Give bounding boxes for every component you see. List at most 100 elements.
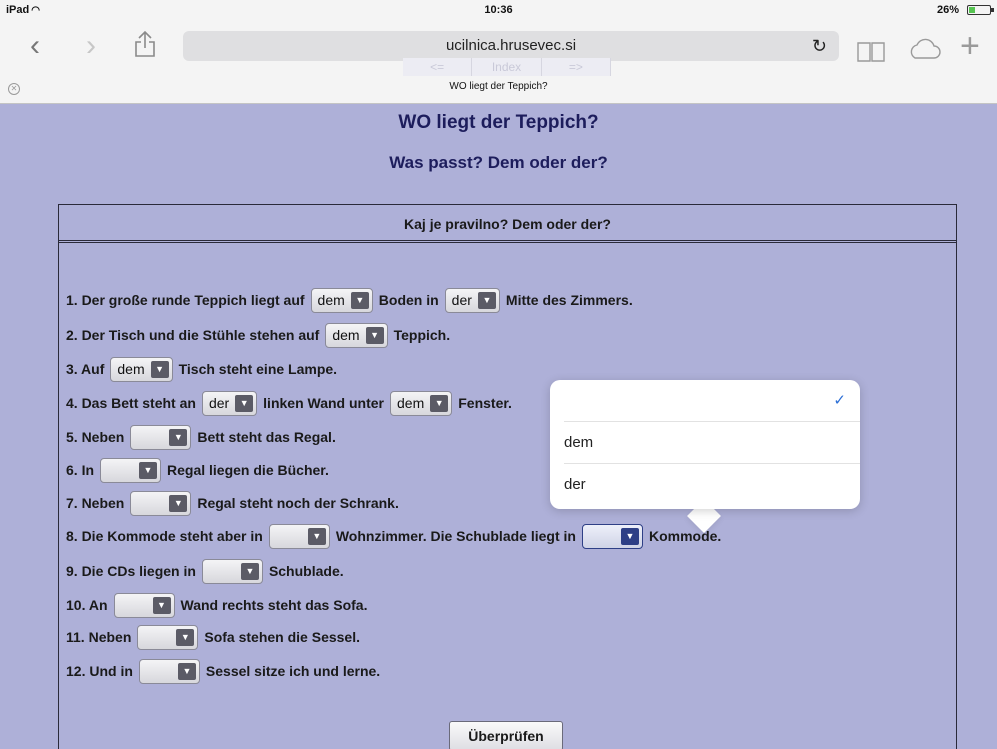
question-text: linken Wand unter [263,395,384,411]
question-10: 10. An ▼ Wand rechts steht das Sofa. [66,592,373,618]
select-value: dem [397,394,425,411]
question-text: 7. Neben [66,495,125,511]
question-text: Sessel sitze ich und lerne. [205,663,381,679]
dropdown-arrow-icon: ▼ [240,562,259,580]
question-text: 12. Und in [66,663,133,679]
dropdown-arrow-icon: ▼ [152,596,171,614]
question-text: 10. An [66,597,108,613]
answer-select[interactable]: dem ▼ [110,356,173,382]
dropdown-arrow-icon: ▼ [150,360,169,378]
answer-select-active[interactable]: ▼ [581,523,643,549]
bookmarks-icon[interactable] [856,36,886,72]
answer-select[interactable]: dem ▼ [310,287,373,313]
option-dem[interactable]: dem [564,422,860,464]
question-2: 2. Der Tisch und die Stühle stehen auf d… [66,322,456,348]
answer-select[interactable]: ▼ [130,490,192,516]
dropdown-arrow-icon: ▼ [169,494,188,512]
answer-select[interactable]: ▼ [130,424,192,450]
question-7: 7. Neben ▼ Regal steht noch der Schrank. [66,490,405,516]
question-text: Fenster. [458,395,512,411]
check-answers-button[interactable]: Überprüfen [449,721,563,749]
question-11: 11. Neben ▼ Sofa stehen die Sessel. [66,624,366,650]
question-text: Wand rechts steht das Sofa. [180,597,368,613]
question-text: 9. Die CDs liegen in [66,563,196,579]
question-text: 6. In [66,462,95,478]
nav-index[interactable]: Index [472,58,542,76]
dropdown-arrow-icon: ▼ [620,527,639,545]
question-5: 5. Neben ▼ Bett steht das Regal. [66,424,342,450]
question-text: Regal steht noch der Schrank. [197,495,399,511]
answer-select[interactable]: dem ▼ [390,390,453,416]
page-title: WO liegt der Teppich? [398,112,599,133]
reload-icon[interactable]: ↻ [812,31,827,61]
question-text: 5. Neben [66,429,125,445]
answer-select[interactable]: ▼ [268,523,330,549]
answer-select[interactable]: der ▼ [444,287,500,313]
question-text: 1. Der große runde Teppich liegt auf [66,292,305,308]
question-1: 1. Der große runde Teppich liegt auf dem… [66,287,639,313]
dropdown-arrow-icon: ▼ [177,662,196,680]
browser-chrome: iPad ◠ 10:36 26% ‹ › ucilnica.hrusevec.si… [0,0,997,104]
dropdown-arrow-icon: ▼ [350,291,369,309]
page-nav-behind: <= Index => [403,58,611,76]
select-value: der [451,291,472,308]
new-tab-icon[interactable]: + [960,28,980,64]
forward-button[interactable]: › [86,28,96,64]
question-text: Teppich. [393,327,451,343]
back-button[interactable]: ‹ [30,28,40,64]
select-value: der [208,394,230,411]
question-text: 4. Das Bett steht an [66,395,196,411]
nav-prev[interactable]: <= [403,58,473,76]
select-value: dem [117,360,145,377]
status-time: 10:36 [484,4,513,16]
question-text: 3. Auf [66,361,105,377]
select-value: dem [317,291,345,308]
question-text: Schublade. [268,563,344,579]
answer-select[interactable]: der ▼ [201,390,258,416]
answer-select[interactable]: ▼ [100,457,162,483]
question-text: 11. Neben [66,629,132,645]
question-text: Tisch steht eine Lampe. [178,361,338,377]
question-9: 9. Die CDs liegen in ▼ Schublade. [66,558,350,584]
question-text: Wohnzimmer. Die Schublade liegt in [335,528,576,544]
dropdown-arrow-icon: ▼ [176,628,195,646]
question-text: 2. Der Tisch und die Stühle stehen auf [66,327,320,343]
question-3: 3. Auf dem ▼ Tisch steht eine Lampe. [66,356,343,382]
question-text: Regal liegen die Bücher. [167,462,329,478]
question-8: 8. Die Kommode steht aber in ▼ Wohnzimme… [66,523,727,549]
dropdown-arrow-icon: ▼ [477,291,496,309]
dropdown-arrow-icon: ▼ [365,326,384,344]
answer-select[interactable]: ▼ [137,624,199,650]
answer-select[interactable]: ▼ [138,658,200,684]
question-text: Kommode. [648,528,722,544]
page-subtitle: Was passt? Dem oder der? [389,153,608,172]
battery-icon [967,5,994,15]
dropdown-arrow-icon: ▼ [169,428,188,446]
nav-next[interactable]: => [542,58,611,76]
select-options-popover: ✓ dem der [550,380,860,509]
dropdown-arrow-icon: ▼ [430,394,449,412]
option-empty[interactable]: ✓ [564,380,860,422]
question-6: 6. In ▼ Regal liegen die Bücher. [66,457,335,483]
question-text: Mitte des Zimmers. [505,292,633,308]
question-4: 4. Das Bett steht an der ▼ linken Wand un… [66,390,518,416]
select-value: dem [332,326,360,343]
icloud-tabs-icon[interactable] [906,34,942,70]
answer-select[interactable]: ▼ [201,558,263,584]
panel-header: Kaj je pravilno? Dem oder der? [59,205,956,243]
dropdown-arrow-icon: ▼ [307,527,326,545]
option-der[interactable]: der [564,464,860,506]
checkmark-icon: ✓ [833,392,846,409]
url-text: ucilnica.hrusevec.si [445,37,577,54]
question-12: 12. Und in ▼ Sessel sitze ich und lerne. [66,658,386,684]
battery-percent: 26% [936,4,959,16]
question-text: Sofa stehen die Sessel. [204,629,360,645]
share-icon[interactable] [134,30,156,67]
dropdown-arrow-icon: ▼ [235,394,254,412]
address-bar[interactable]: ucilnica.hrusevec.si ↻ [183,31,839,61]
answer-select[interactable]: dem ▼ [325,322,388,348]
question-text: Boden in [378,292,439,308]
answer-select[interactable]: ▼ [113,592,175,618]
tab-title[interactable]: WO liegt der Teppich? [0,81,997,92]
question-text: 8. Die Kommode steht aber in [66,528,263,544]
